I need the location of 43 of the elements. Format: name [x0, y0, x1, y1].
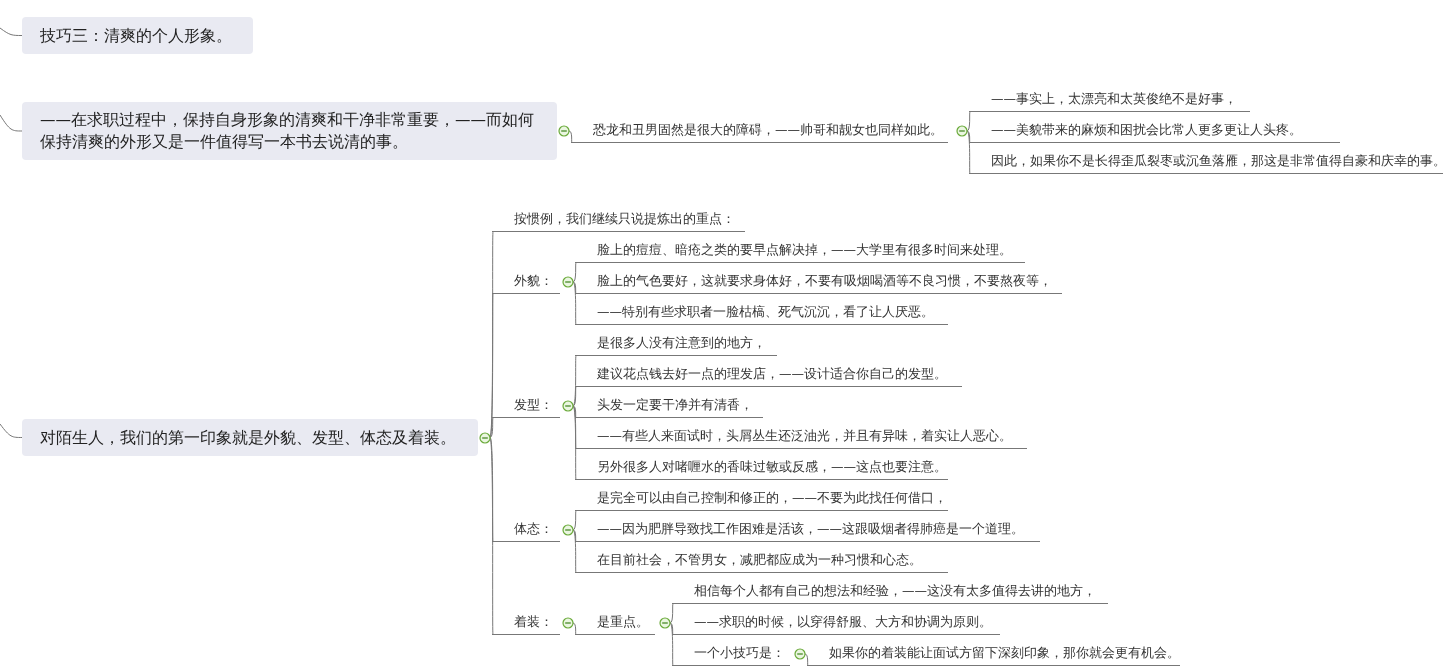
branch-text[interactable]: ——求职的时候，以穿得舒服、大方和协调为原则。 — [672, 611, 1000, 635]
branch-text[interactable]: 体态： — [492, 518, 560, 542]
collapse-icon[interactable] — [558, 125, 570, 137]
collapse-icon[interactable] — [562, 400, 574, 412]
branch-text[interactable]: 一个小技巧是： — [672, 642, 790, 666]
branch-text[interactable]: 如果你的着装能让面试方留下深刻印象，那你就会更有机会。 — [807, 642, 1180, 666]
branch-text[interactable]: 是重点。 — [575, 611, 655, 635]
branch-text[interactable]: 外貌： — [492, 270, 560, 294]
collapse-icon[interactable] — [562, 524, 574, 536]
branch-text[interactable]: 按惯例，我们继续只说提炼出的重点： — [492, 208, 745, 232]
branch-text[interactable]: 脸上的气色要好，这就要求身体好，不要有吸烟喝酒等不良习惯，不要熬夜等， — [575, 270, 1062, 294]
branch-text[interactable]: 是完全可以由自己控制和修正的，——不要为此找任何借口， — [575, 487, 948, 511]
connector-line — [804, 653, 809, 667]
branch-text[interactable]: 恐龙和丑男固然是很大的障碍，——帅哥和靓女也同样如此。 — [571, 119, 948, 143]
connector-line — [572, 622, 577, 636]
branch-text[interactable]: 发型： — [492, 394, 560, 418]
collapse-icon[interactable] — [562, 276, 574, 288]
collapse-icon[interactable] — [562, 617, 574, 629]
collapse-icon[interactable] — [794, 648, 806, 660]
connector-line — [568, 130, 573, 144]
branch-text[interactable]: 相信每个人都有自己的想法和经验，——这没有太多值得去讲的地方， — [672, 580, 1108, 604]
connector-line — [0, 423, 23, 438]
branch-text[interactable]: ——因为肥胖导致找工作困难是活该，——这跟吸烟者得肺癌是一个道理。 — [575, 518, 1040, 542]
topic-box[interactable]: ——在求职过程中，保持自身形象的清爽和干净非常重要，——而如何保持清爽的外形又是一件值得写一本书去说清的事。 — [22, 102, 557, 160]
topic-box[interactable]: 技巧三：清爽的个人形象。 — [22, 17, 253, 54]
connector-line — [0, 114, 23, 132]
topic-box[interactable]: 对陌生人，我们的第一印象就是外貌、发型、体态及着装。 — [22, 419, 478, 456]
branch-text[interactable]: ——美貌带来的麻烦和困扰会比常人更多更让人头疼。 — [969, 119, 1340, 143]
collapse-icon[interactable] — [479, 431, 491, 444]
branch-text[interactable]: 脸上的痘痘、暗疮之类的要早点解决掉，——大学里有很多时间来处理。 — [575, 239, 1025, 263]
branch-text[interactable]: 建议花点钱去好一点的理发店，——设计适合你自己的发型。 — [575, 363, 962, 387]
collapse-icon[interactable] — [956, 125, 968, 137]
branch-text[interactable]: ——特别有些求职者一脸枯槁、死气沉沉，看了让人厌恶。 — [575, 301, 948, 325]
branch-text[interactable]: 因此，如果你不是长得歪瓜裂枣或沉鱼落雁，那这是非常值得自豪和庆幸的事。 — [969, 150, 1443, 174]
branch-text[interactable]: 头发一定要干净并有清香， — [575, 394, 763, 418]
branch-text[interactable]: 是很多人没有注意到的地方， — [575, 332, 777, 356]
collapse-icon[interactable] — [659, 617, 671, 629]
branch-text[interactable]: ——事实上，太漂亮和太英俊绝不是好事， — [969, 88, 1250, 112]
branch-text[interactable]: 另外很多人对啫喱水的香味过敏或反感，——这点也要注意。 — [575, 456, 948, 480]
branch-text[interactable]: 着装： — [492, 611, 560, 635]
branch-text[interactable]: ——有些人来面试时，头屑丛生还泛油光，并且有异味，着实让人恶心。 — [575, 425, 1027, 449]
branch-text[interactable]: 在目前社会，不管男女，减肥都应成为一种习惯和心态。 — [575, 549, 948, 573]
connector-line — [0, 27, 23, 36]
